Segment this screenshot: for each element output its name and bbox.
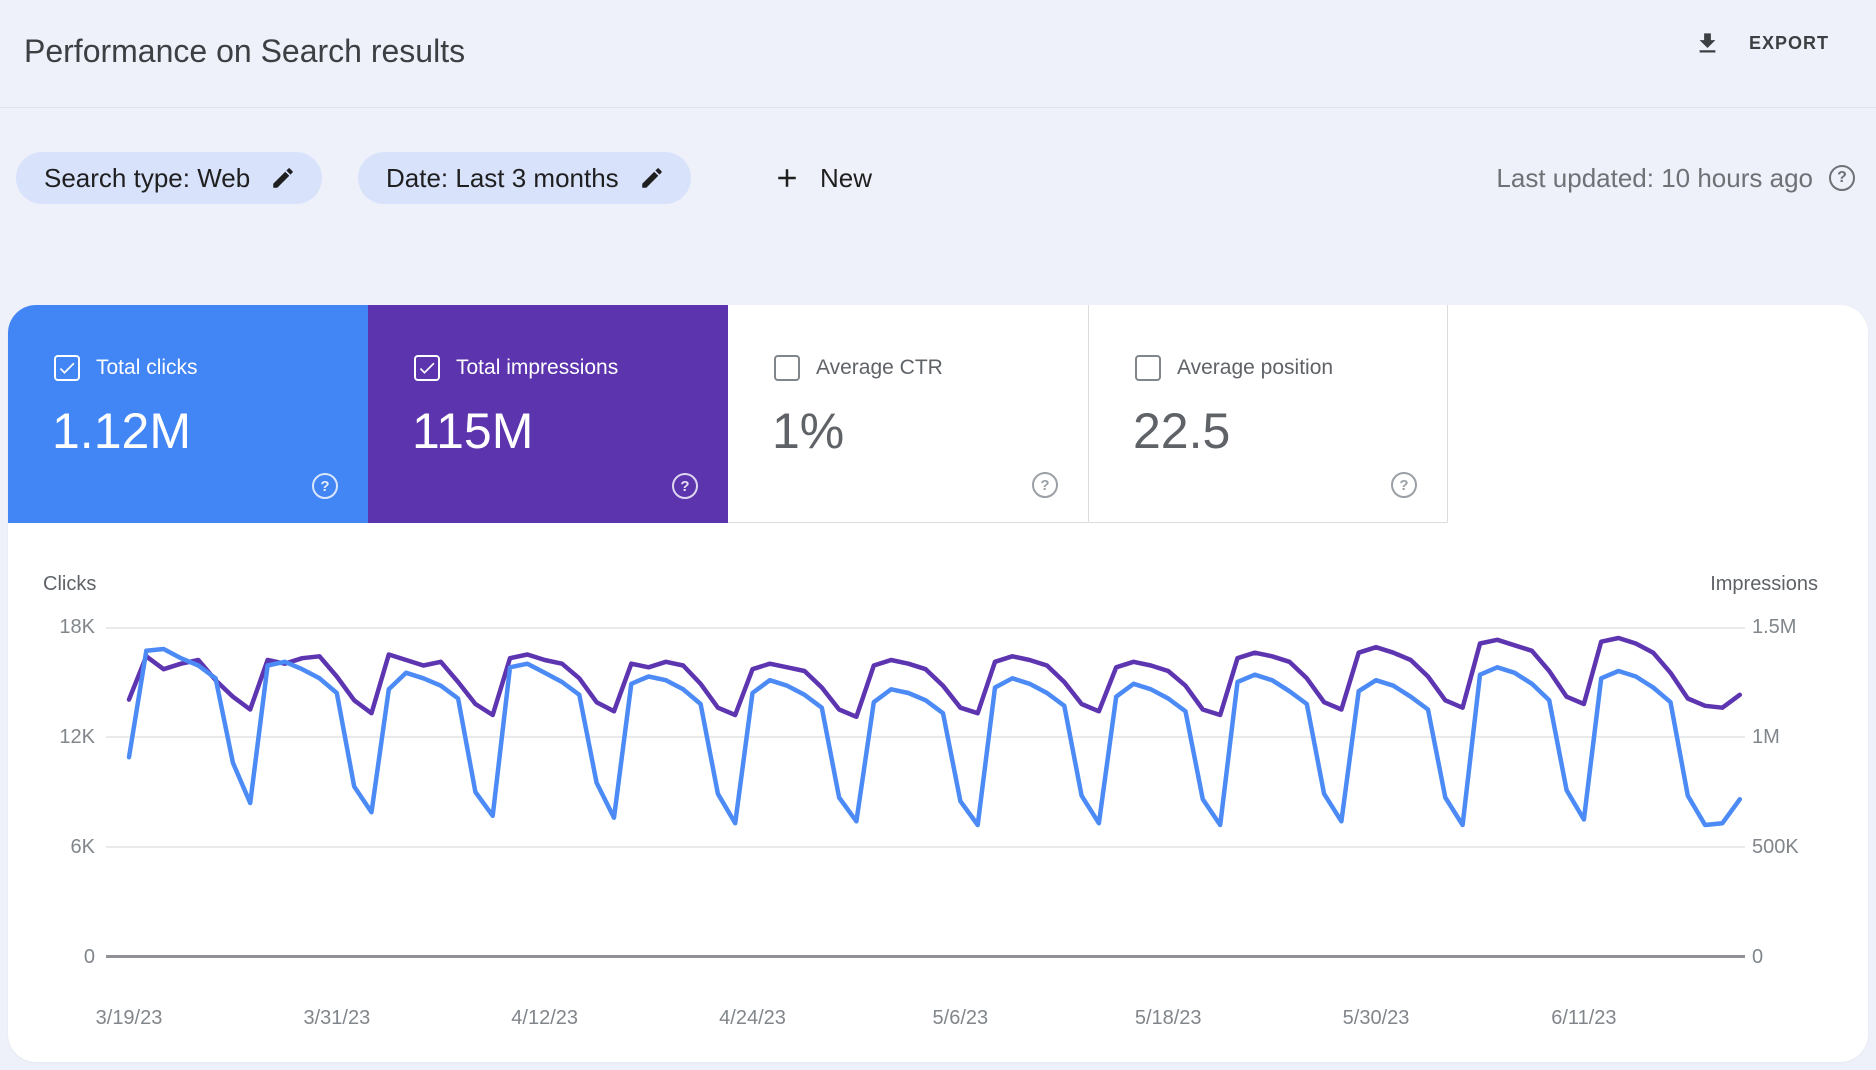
help-icon[interactable]: ? <box>1391 472 1417 498</box>
search-console-performance-page: Performance on Search results EXPORT Sea… <box>0 0 1876 1070</box>
card-label: Average CTR <box>816 356 943 379</box>
checked-checkbox-icon[interactable] <box>414 355 440 381</box>
checked-checkbox-icon[interactable] <box>54 355 80 381</box>
x-tick-label: 4/24/23 <box>719 1007 786 1029</box>
date-range-chip[interactable]: Date: Last 3 months <box>358 152 691 204</box>
unchecked-checkbox-icon[interactable] <box>774 355 800 381</box>
y-tick-label: 500K <box>1752 836 1799 858</box>
performance-chart <box>106 627 1745 958</box>
new-filter-button[interactable]: New <box>772 152 872 204</box>
unchecked-checkbox-icon[interactable] <box>1135 355 1161 381</box>
edit-pencil-icon <box>273 168 293 188</box>
x-tick-label: 5/6/23 <box>932 1007 989 1029</box>
y-tick-label: 0 <box>83 946 95 968</box>
export-button[interactable]: EXPORT <box>1694 30 1829 57</box>
right-axis-title: Impressions <box>1710 573 1818 595</box>
download-icon <box>1699 33 1716 53</box>
x-tick-label: 5/18/23 <box>1134 1007 1202 1029</box>
date-range-chip-label: Date: Last 3 months <box>386 162 619 193</box>
page-title: Performance on Search results <box>24 33 466 69</box>
help-icon[interactable]: ? <box>312 473 338 499</box>
average-position-card[interactable]: Average position 22.5 ? <box>1088 305 1448 523</box>
y-tick-label: 6K <box>70 836 95 858</box>
metric-cards-row: Total clicks 1.12M ? Total impressions 1… <box>8 305 1868 523</box>
export-label: EXPORT <box>1749 33 1830 53</box>
left-axis-title: Clicks <box>43 573 97 595</box>
average-ctr-value: 1% <box>772 403 845 459</box>
edit-pencil-icon <box>641 168 662 188</box>
x-tick-label: 3/31/23 <box>303 1007 371 1029</box>
y-tick-label: 1M <box>1752 726 1780 748</box>
total-clicks-value: 1.12M <box>52 403 191 459</box>
search-type-chip-label: Search type: Web <box>44 162 251 193</box>
total-impressions-card[interactable]: Total impressions 115M ? <box>368 305 728 523</box>
help-icon[interactable]: ? <box>1032 472 1058 498</box>
performance-panel: Total clicks 1.12M ? Total impressions 1… <box>8 305 1868 1062</box>
total-clicks-card[interactable]: Total clicks 1.12M ? <box>8 305 368 523</box>
y-tick-label: 12K <box>59 726 95 748</box>
checkmark-icon <box>419 362 435 374</box>
x-axis-labels: 3/19/23 3/31/23 4/12/23 4/24/23 5/6/23 5/18/2… <box>96 1007 1745 1033</box>
x-tick-label: 3/19/23 <box>95 1007 163 1029</box>
header-divider <box>0 107 1876 108</box>
help-icon[interactable]: ? <box>672 473 698 499</box>
new-filter-label: New <box>820 162 873 193</box>
y-tick-label: 1.5M <box>1752 616 1797 638</box>
checkmark-icon <box>59 362 75 374</box>
card-label: Total clicks <box>96 356 198 379</box>
card-label: Total impressions <box>456 356 619 379</box>
x-tick-label: 4/12/23 <box>511 1007 579 1029</box>
y-tick-label: 18K <box>59 616 95 638</box>
card-label: Average position <box>1177 356 1334 379</box>
x-tick-label: 6/11/23 <box>1551 1007 1617 1029</box>
help-icon[interactable]: ? <box>1829 165 1855 191</box>
chart-series-svg <box>126 635 1743 828</box>
last-updated-text: Last updated: 10 hours ago <box>1496 162 1813 193</box>
x-tick-label: 5/30/23 <box>1342 1007 1410 1029</box>
search-type-chip[interactable]: Search type: Web <box>16 152 323 204</box>
total-impressions-value: 115M <box>412 403 534 459</box>
plus-icon <box>778 169 796 187</box>
y-tick-label: 0 <box>1752 946 1764 968</box>
average-position-value: 22.5 <box>1133 403 1231 459</box>
last-updated: Last updated: 10 hours ago ? <box>1496 152 1855 204</box>
average-ctr-card[interactable]: Average CTR 1% ? <box>728 305 1088 523</box>
